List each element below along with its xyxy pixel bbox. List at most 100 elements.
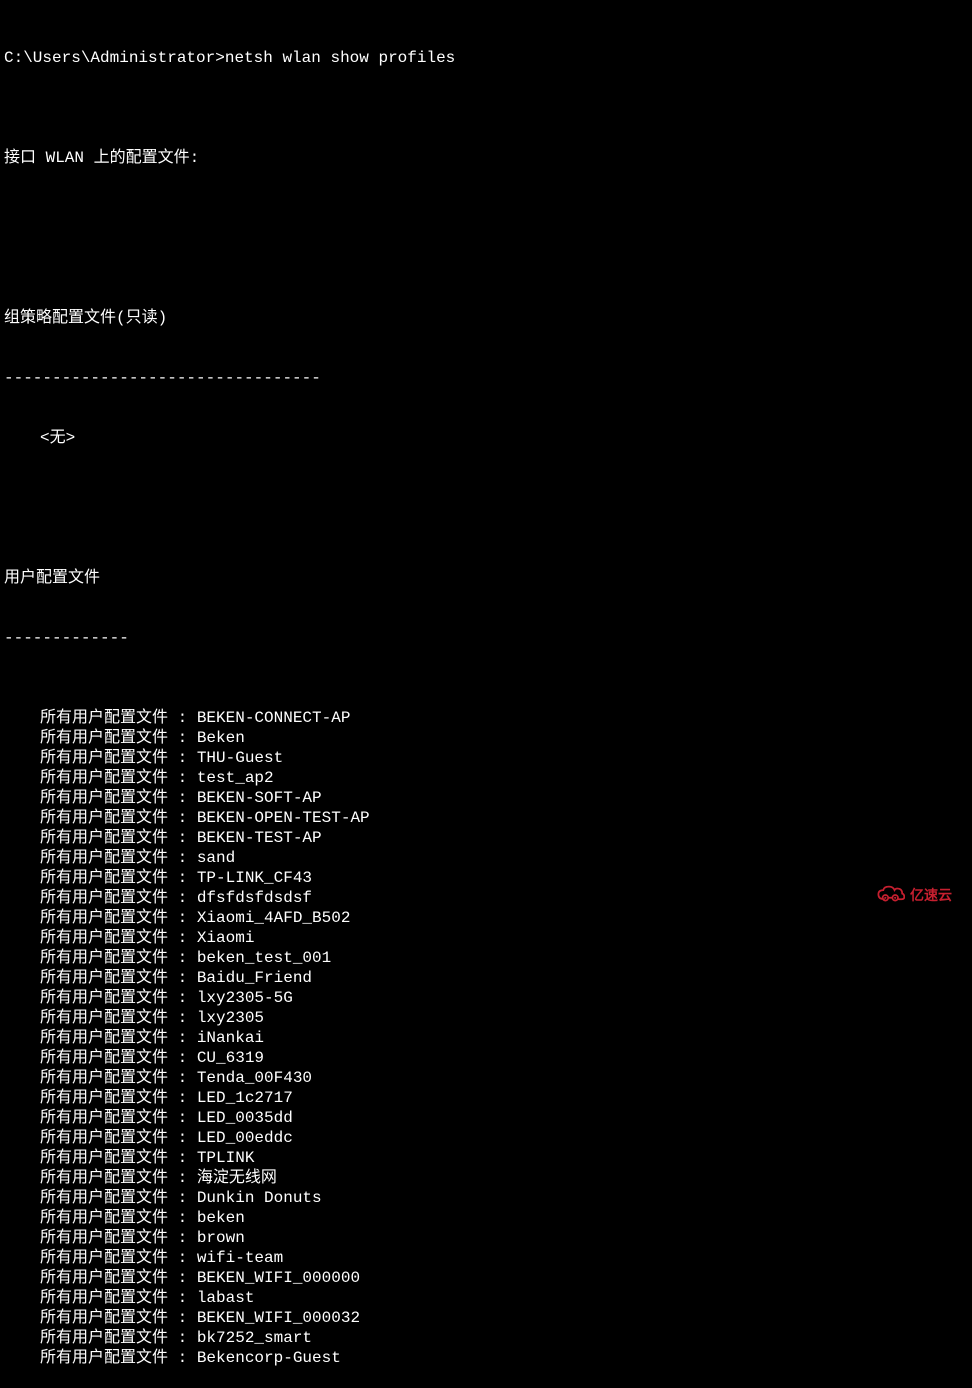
profile-value: bk7252_smart	[197, 1329, 312, 1347]
profile-label: 所有用户配置文件 :	[40, 1169, 197, 1187]
profile-label: 所有用户配置文件 :	[40, 929, 197, 947]
profile-label: 所有用户配置文件 :	[40, 989, 197, 1007]
profile-value: Xiaomi_4AFD_B502	[197, 909, 351, 927]
profile-row: 所有用户配置文件 : LED_0035dd	[4, 1108, 972, 1128]
profile-label: 所有用户配置文件 :	[40, 1229, 197, 1247]
profile-label: 所有用户配置文件 :	[40, 1069, 197, 1087]
profile-label: 所有用户配置文件 :	[40, 969, 197, 987]
profile-value: 海淀无线网	[197, 1169, 277, 1187]
profile-label: 所有用户配置文件 :	[40, 1049, 197, 1067]
profile-value: Xiaomi	[197, 929, 255, 947]
profile-value: LED_00eddc	[197, 1129, 293, 1147]
profile-value: wifi-team	[197, 1249, 283, 1267]
profile-value: Bekencorp-Guest	[197, 1349, 341, 1367]
profile-value: test_ap2	[197, 769, 274, 787]
profile-row: 所有用户配置文件 : Xiaomi_4AFD_B502	[4, 908, 972, 928]
profile-label: 所有用户配置文件 :	[40, 869, 197, 887]
profile-row: 所有用户配置文件 : Tenda_00F430	[4, 1068, 972, 1088]
profile-value: brown	[197, 1229, 245, 1247]
group-policy-empty: <无>	[4, 428, 972, 448]
blank-line	[4, 488, 972, 508]
user-profiles-divider: -------------	[4, 628, 972, 648]
profile-row: 所有用户配置文件 : Beken	[4, 728, 972, 748]
profile-value: CU_6319	[197, 1049, 264, 1067]
profile-label: 所有用户配置文件 :	[40, 1289, 197, 1307]
profile-value: Baidu_Friend	[197, 969, 312, 987]
profile-row: 所有用户配置文件 : iNankai	[4, 1028, 972, 1048]
profile-value: BEKEN_WIFI_000000	[197, 1269, 360, 1287]
profile-row: 所有用户配置文件 : dfsfdsfdsdsf	[4, 888, 972, 908]
profile-value: TPLINK	[197, 1149, 255, 1167]
profile-value: dfsfdsfdsdsf	[197, 889, 312, 907]
profile-label: 所有用户配置文件 :	[40, 1309, 197, 1327]
profile-label: 所有用户配置文件 :	[40, 1089, 197, 1107]
profile-label: 所有用户配置文件 :	[40, 1249, 197, 1267]
blank-line	[4, 228, 972, 248]
prompt-path: C:\Users\Administrator>	[4, 49, 225, 67]
profile-row: 所有用户配置文件 : beken_test_001	[4, 948, 972, 968]
profile-row: 所有用户配置文件 : test_ap2	[4, 768, 972, 788]
profile-row: 所有用户配置文件 : Xiaomi	[4, 928, 972, 948]
profile-label: 所有用户配置文件 :	[40, 1109, 197, 1127]
profile-label: 所有用户配置文件 :	[40, 769, 197, 787]
profile-label: 所有用户配置文件 :	[40, 949, 197, 967]
profile-value: TP-LINK_CF43	[197, 869, 312, 887]
command-text: netsh wlan show profiles	[225, 49, 455, 67]
profile-row: 所有用户配置文件 : BEKEN-SOFT-AP	[4, 788, 972, 808]
interface-header: 接口 WLAN 上的配置文件:	[4, 148, 972, 168]
profile-label: 所有用户配置文件 :	[40, 749, 197, 767]
profile-list: 所有用户配置文件 : BEKEN-CONNECT-AP所有用户配置文件 : Be…	[4, 708, 972, 1368]
profile-label: 所有用户配置文件 :	[40, 809, 197, 827]
command-prompt-line: C:\Users\Administrator>netsh wlan show p…	[4, 48, 972, 68]
profile-value: BEKEN-TEST-AP	[197, 829, 322, 847]
profile-value: THU-Guest	[197, 749, 283, 767]
profile-value: BEKEN-CONNECT-AP	[197, 709, 351, 727]
profile-value: lxy2305-5G	[197, 989, 293, 1007]
profile-row: 所有用户配置文件 : BEKEN-CONNECT-AP	[4, 708, 972, 728]
cloud-icon	[876, 882, 906, 908]
profile-label: 所有用户配置文件 :	[40, 1149, 197, 1167]
profile-label: 所有用户配置文件 :	[40, 889, 197, 907]
profile-value: beken	[197, 1209, 245, 1227]
profile-row: 所有用户配置文件 : labast	[4, 1288, 972, 1308]
profile-row: 所有用户配置文件 : BEKEN_WIFI_000000	[4, 1268, 972, 1288]
profile-row: 所有用户配置文件 : wifi-team	[4, 1248, 972, 1268]
profile-label: 所有用户配置文件 :	[40, 1009, 197, 1027]
profile-row: 所有用户配置文件 : lxy2305	[4, 1008, 972, 1028]
profile-label: 所有用户配置文件 :	[40, 1129, 197, 1147]
profile-row: 所有用户配置文件 : Baidu_Friend	[4, 968, 972, 988]
profile-row: 所有用户配置文件 : LED_00eddc	[4, 1128, 972, 1148]
profile-label: 所有用户配置文件 :	[40, 1189, 197, 1207]
profile-row: 所有用户配置文件 : THU-Guest	[4, 748, 972, 768]
profile-value: Tenda_00F430	[197, 1069, 312, 1087]
user-profiles-header: 用户配置文件	[4, 568, 972, 588]
profile-value: Beken	[197, 729, 245, 747]
profile-row: 所有用户配置文件 : CU_6319	[4, 1048, 972, 1068]
profile-label: 所有用户配置文件 :	[40, 1329, 197, 1347]
profile-row: 所有用户配置文件 : Dunkin Donuts	[4, 1188, 972, 1208]
profile-label: 所有用户配置文件 :	[40, 829, 197, 847]
terminal-output: C:\Users\Administrator>netsh wlan show p…	[4, 8, 972, 1388]
profile-row: 所有用户配置文件 : 海淀无线网	[4, 1168, 972, 1188]
profile-row: 所有用户配置文件 : lxy2305-5G	[4, 988, 972, 1008]
profile-row: 所有用户配置文件 : Bekencorp-Guest	[4, 1348, 972, 1368]
profile-label: 所有用户配置文件 :	[40, 789, 197, 807]
profile-label: 所有用户配置文件 :	[40, 849, 197, 867]
profile-value: sand	[197, 849, 235, 867]
group-policy-header: 组策略配置文件(只读)	[4, 308, 972, 328]
profile-row: 所有用户配置文件 : BEKEN-TEST-AP	[4, 828, 972, 848]
profile-label: 所有用户配置文件 :	[40, 729, 197, 747]
profile-label: 所有用户配置文件 :	[40, 909, 197, 927]
profile-value: Dunkin Donuts	[197, 1189, 322, 1207]
profile-value: BEKEN-OPEN-TEST-AP	[197, 809, 370, 827]
watermark-text: 亿速云	[910, 885, 952, 905]
profile-value: BEKEN_WIFI_000032	[197, 1309, 360, 1327]
profile-value: BEKEN-SOFT-AP	[197, 789, 322, 807]
profile-value: iNankai	[197, 1029, 264, 1047]
profile-label: 所有用户配置文件 :	[40, 1209, 197, 1227]
profile-label: 所有用户配置文件 :	[40, 1349, 197, 1367]
profile-value: LED_0035dd	[197, 1109, 293, 1127]
profile-value: lxy2305	[197, 1009, 264, 1027]
profile-row: 所有用户配置文件 : brown	[4, 1228, 972, 1248]
profile-row: 所有用户配置文件 : LED_1c2717	[4, 1088, 972, 1108]
